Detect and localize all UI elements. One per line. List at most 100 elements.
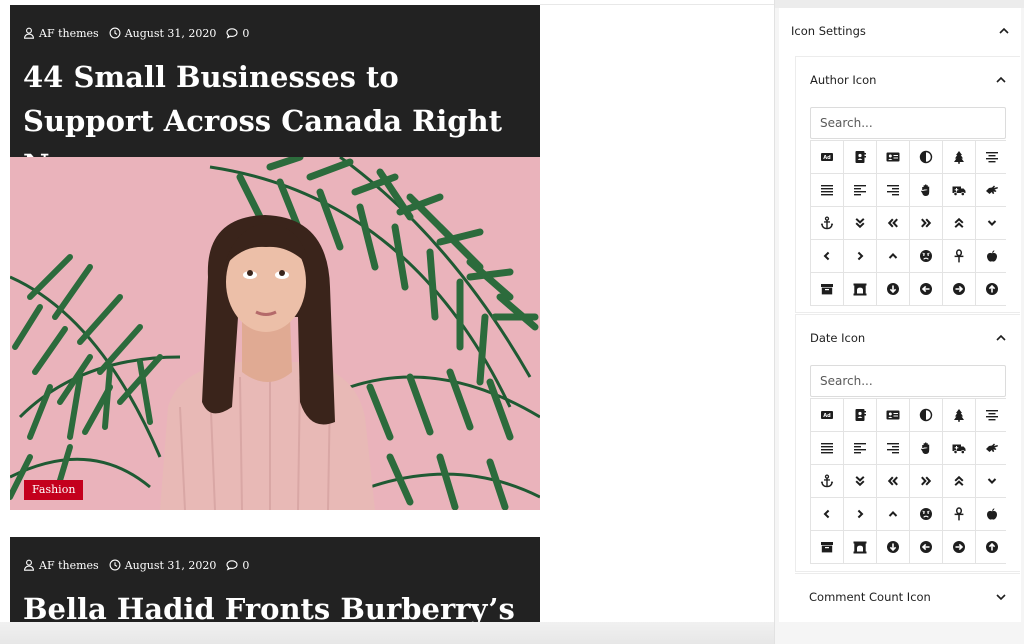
icon-option[interactable] xyxy=(877,273,909,305)
icon-option[interactable] xyxy=(877,498,909,530)
author-icon-search-input[interactable] xyxy=(810,107,1006,139)
icon-option[interactable] xyxy=(844,273,876,305)
tree-icon xyxy=(954,409,964,422)
icon-option[interactable] xyxy=(976,432,1008,464)
align-right-icon xyxy=(887,185,899,196)
icon-option[interactable] xyxy=(910,240,942,272)
post-meta: AF themes August 31, 2020 0 xyxy=(23,25,249,41)
icon-option[interactable] xyxy=(877,141,909,173)
align-center-icon xyxy=(986,152,998,163)
post-comment-count[interactable]: 0 xyxy=(242,559,249,572)
icon-option[interactable] xyxy=(910,432,942,464)
angle-up-icon xyxy=(888,510,898,517)
icon-option[interactable] xyxy=(976,531,1008,563)
icon-option[interactable] xyxy=(910,465,942,497)
address-card-icon xyxy=(886,152,900,162)
post-meta: AF themes August 31, 2020 0 xyxy=(23,557,249,573)
chevron-up-icon[interactable] xyxy=(994,331,1008,345)
post-date[interactable]: August 31, 2020 xyxy=(125,559,217,572)
arrow-circle-left-icon xyxy=(920,541,932,553)
icon-option[interactable] xyxy=(877,531,909,563)
icon-option[interactable] xyxy=(943,174,975,206)
author-icon-header[interactable]: Author Icon xyxy=(796,57,1020,103)
post-author[interactable]: AF themes xyxy=(39,27,99,40)
ambulance-icon xyxy=(952,444,966,454)
icon-option[interactable] xyxy=(844,498,876,530)
icon-option[interactable] xyxy=(943,531,975,563)
icon-option[interactable] xyxy=(877,240,909,272)
icon-option[interactable] xyxy=(844,465,876,497)
icon-option[interactable]: Ad xyxy=(811,141,843,173)
icon-option[interactable] xyxy=(943,399,975,431)
horizontal-scrollbar[interactable] xyxy=(0,622,774,644)
icon-option[interactable]: Ad xyxy=(811,399,843,431)
icon-option[interactable] xyxy=(844,240,876,272)
icon-option[interactable] xyxy=(844,207,876,239)
icon-option[interactable] xyxy=(910,498,942,530)
icon-option[interactable] xyxy=(844,399,876,431)
icon-option[interactable] xyxy=(976,207,1008,239)
icon-option[interactable] xyxy=(811,432,843,464)
icon-option[interactable] xyxy=(811,465,843,497)
icon-option[interactable] xyxy=(877,207,909,239)
icon-option[interactable] xyxy=(943,240,975,272)
post-comment-count[interactable]: 0 xyxy=(242,27,249,40)
icon-option[interactable] xyxy=(943,207,975,239)
icon-option[interactable] xyxy=(943,273,975,305)
icon-option[interactable] xyxy=(943,432,975,464)
date-icon-header[interactable]: Date Icon xyxy=(796,315,1020,361)
ankh-icon xyxy=(954,507,964,521)
icon-option[interactable] xyxy=(811,174,843,206)
post-featured-image[interactable]: Fashion xyxy=(10,157,540,510)
panel-top-strip xyxy=(775,0,1024,8)
icon-option[interactable] xyxy=(976,399,1008,431)
angle-right-icon xyxy=(857,251,864,261)
chevron-down-icon[interactable] xyxy=(994,590,1008,604)
icon-option[interactable] xyxy=(943,141,975,173)
chevron-up-icon[interactable] xyxy=(997,24,1011,38)
post-author[interactable]: AF themes xyxy=(39,559,99,572)
angle-double-right-icon xyxy=(921,218,932,228)
icon-option[interactable] xyxy=(910,531,942,563)
icon-settings-header[interactable]: Icon Settings xyxy=(779,8,1021,54)
icon-option[interactable] xyxy=(844,531,876,563)
angry-icon xyxy=(920,508,932,520)
icon-option[interactable] xyxy=(943,465,975,497)
icon-option[interactable] xyxy=(910,399,942,431)
icon-option[interactable] xyxy=(976,174,1008,206)
icon-option[interactable] xyxy=(910,141,942,173)
icon-option[interactable] xyxy=(910,174,942,206)
icon-option[interactable] xyxy=(877,432,909,464)
icon-option[interactable] xyxy=(910,273,942,305)
icon-option[interactable] xyxy=(976,141,1008,173)
icon-option[interactable] xyxy=(976,273,1008,305)
icon-option[interactable] xyxy=(844,141,876,173)
icon-option[interactable] xyxy=(844,432,876,464)
icon-option[interactable] xyxy=(877,399,909,431)
category-tag[interactable]: Fashion xyxy=(24,480,84,500)
icon-option[interactable] xyxy=(844,174,876,206)
post-date[interactable]: August 31, 2020 xyxy=(125,27,217,40)
apple-icon xyxy=(986,508,998,520)
icon-option[interactable] xyxy=(976,240,1008,272)
angle-up-icon xyxy=(888,252,898,259)
arrow-circle-up-icon xyxy=(986,283,998,295)
icon-option[interactable] xyxy=(811,240,843,272)
american-sign-language-icon xyxy=(986,443,998,452)
icon-option[interactable] xyxy=(811,207,843,239)
date-icon-search-input[interactable] xyxy=(810,365,1006,397)
icon-option[interactable] xyxy=(811,531,843,563)
icon-option[interactable] xyxy=(910,207,942,239)
icon-option[interactable] xyxy=(811,498,843,530)
icon-option[interactable] xyxy=(976,465,1008,497)
author-icon-grid: Ad xyxy=(810,140,1008,306)
icon-option[interactable] xyxy=(943,498,975,530)
icon-option[interactable] xyxy=(877,174,909,206)
comment-count-icon-header[interactable]: Comment Count Icon xyxy=(795,574,1020,620)
comment-icon xyxy=(226,27,238,39)
comment-icon xyxy=(226,559,238,571)
chevron-up-icon[interactable] xyxy=(994,73,1008,87)
icon-option[interactable] xyxy=(811,273,843,305)
icon-option[interactable] xyxy=(877,465,909,497)
icon-option[interactable] xyxy=(976,498,1008,530)
